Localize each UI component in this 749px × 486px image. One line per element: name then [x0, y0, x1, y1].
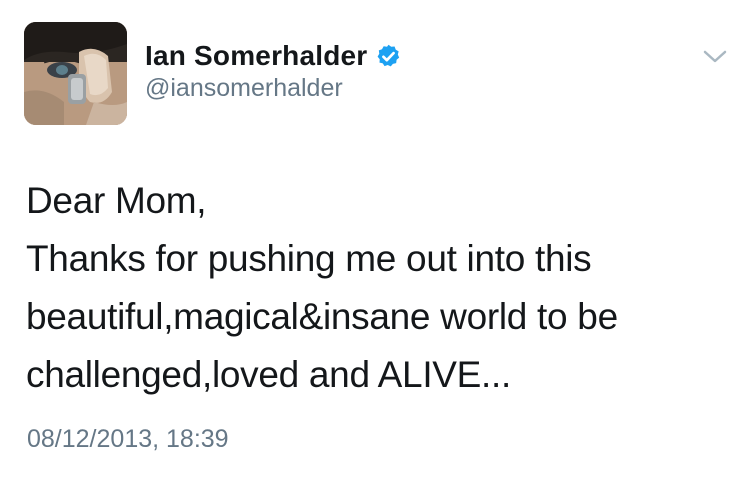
- author-handle[interactable]: @iansomerhalder: [145, 74, 343, 103]
- tweet-text-line: Thanks for pushing me out into this: [26, 238, 592, 279]
- tweet-text-line: beautiful,magical&insane world to be: [26, 296, 618, 337]
- chevron-down-icon[interactable]: [702, 48, 728, 66]
- tweet-text: Dear Mom, Thanks for pushing me out into…: [26, 172, 736, 404]
- tweet-card: Ian Somerhalder @iansomerhalder Dear Mom…: [0, 0, 749, 486]
- tweet-timestamp[interactable]: 08/12/2013, 18:39: [27, 425, 229, 454]
- verified-badge-icon: [375, 43, 402, 70]
- profile-photo: [24, 22, 127, 125]
- tweet-text-line: challenged,loved and ALIVE...: [26, 354, 512, 395]
- avatar[interactable]: [24, 22, 127, 125]
- display-name[interactable]: Ian Somerhalder: [145, 40, 367, 72]
- author-name-row: Ian Somerhalder: [145, 38, 402, 74]
- tweet-text-line: Dear Mom,: [26, 180, 207, 221]
